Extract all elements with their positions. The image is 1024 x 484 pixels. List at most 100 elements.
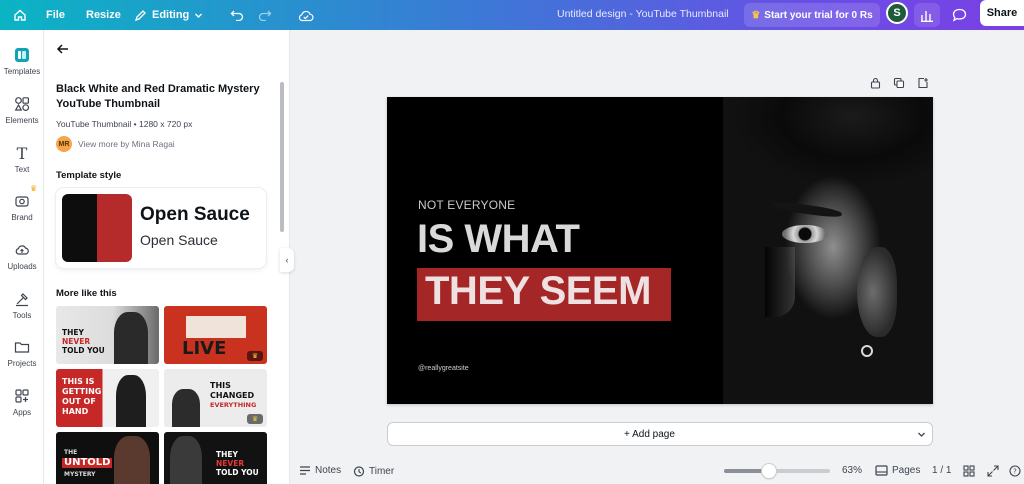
save-status-button[interactable] [296, 3, 316, 27]
portrait-eye [782, 225, 828, 243]
duplicate-page-button[interactable] [892, 76, 906, 90]
portrait-ear [857, 247, 897, 337]
zoom-slider-handle[interactable] [761, 464, 776, 478]
share-button[interactable]: Share [980, 0, 1024, 26]
document-title[interactable]: Untitled design - YouTube Thumbnail [557, 8, 729, 20]
start-trial-button[interactable]: ♛ Start your trial for 0 Rs [744, 3, 880, 27]
portrait-hair-shadow [723, 97, 933, 192]
redo-icon [258, 10, 272, 21]
crown-icon: ♛ [751, 9, 761, 21]
text-icon: T [16, 143, 28, 163]
editing-label: Editing [152, 9, 190, 21]
thumb-text-line: MYSTERY [64, 471, 96, 478]
left-rail: Templates Elements T Text ♛ Brand Upload… [0, 30, 44, 484]
fullscreen-button[interactable] [987, 465, 999, 477]
user-avatar[interactable]: S [886, 2, 908, 24]
template-thumbnail[interactable]: THIS IS GETTING OUT OF HAND [56, 369, 159, 427]
add-page-icon-button[interactable] [916, 76, 930, 90]
author-avatar: MR [56, 136, 72, 152]
design-highlight-text[interactable]: THEY SEEM [425, 269, 651, 314]
page-count: 1 / 1 [932, 465, 951, 476]
collapse-panel-button[interactable]: ‹ [280, 248, 294, 272]
rail-label: Tools [12, 311, 32, 320]
help-button[interactable]: ? [1009, 465, 1021, 477]
thumb-text-line: CHANGED [210, 391, 255, 400]
thumb-text-line: NEVER [216, 459, 245, 468]
comment-icon [952, 8, 966, 22]
thumb-text-line: THEY [216, 450, 238, 459]
timer-button[interactable]: Timer [353, 465, 394, 477]
template-thumbnail[interactable]: THIS CHANGED EVERYTHING ♛ [164, 369, 267, 427]
timer-label: Timer [369, 465, 395, 477]
tools-icon [13, 290, 31, 308]
editing-mode-dropdown[interactable]: Editing [134, 3, 203, 27]
comments-button[interactable] [946, 3, 972, 27]
thumb-person [170, 436, 202, 484]
back-button[interactable] [56, 42, 72, 58]
thumb-text-line: TOLD YOU [62, 346, 105, 355]
pages-button[interactable]: Pages [875, 465, 920, 476]
projects-icon [13, 338, 31, 356]
top-bar: File Resize Editing Untitled design - Yo… [0, 0, 1024, 30]
template-title: Black White and Red Dramatic Mystery You… [56, 83, 260, 110]
thumb-face-strip [186, 316, 246, 338]
rail-item-elements[interactable]: Elements [0, 91, 44, 135]
template-thumbnail[interactable]: THEY NEVER TOLD YOU [56, 306, 159, 364]
template-details-panel: Black White and Red Dramatic Mystery You… [44, 30, 290, 484]
resize-button[interactable]: Resize [86, 3, 121, 27]
elements-icon [13, 95, 31, 113]
design-handle-text[interactable]: @reallygreatsite [418, 365, 469, 372]
rail-item-text[interactable]: T Text [0, 140, 44, 184]
design-canvas[interactable]: NOT EVERYONE IS WHAT THEY SEEM @reallygr… [387, 97, 933, 404]
thumb-text-line: THIS [210, 381, 231, 390]
zoom-slider[interactable] [724, 464, 830, 478]
portrait-nose [765, 247, 795, 317]
grid-view-button[interactable] [963, 465, 975, 477]
chevron-left-icon: ‹ [285, 255, 289, 265]
notes-icon [300, 466, 310, 475]
cloud-check-icon [298, 10, 314, 21]
design-subtitle-text[interactable]: NOT EVERYONE [418, 198, 515, 212]
heading-font-preview: Open Sauce [140, 204, 250, 225]
bottom-bar: Notes Timer 63% Pages 1 / 1 ? [290, 458, 1024, 484]
template-thumbnail[interactable]: THEY NEVER TOLD YOU [164, 432, 267, 484]
pages-icon [875, 465, 888, 476]
more-like-this-heading: More like this [56, 288, 117, 299]
rail-label: Brand [11, 213, 33, 222]
rail-item-projects[interactable]: Projects [0, 334, 44, 378]
thumb-text-line: NEVER [62, 337, 91, 346]
zoom-percent-button[interactable]: 63% [842, 465, 862, 476]
thumb-silhouette [172, 389, 200, 427]
rail-item-tools[interactable]: Tools [0, 286, 44, 330]
page-count-value: 1 / 1 [932, 465, 952, 476]
author-link[interactable]: MR View more by Mina Ragai [56, 136, 175, 152]
redo-button[interactable] [256, 3, 274, 27]
notes-button[interactable]: Notes [299, 465, 341, 476]
rail-item-templates[interactable]: Templates [0, 42, 44, 86]
design-headline-text[interactable]: IS WHAT [417, 217, 580, 262]
insights-button[interactable] [914, 3, 940, 27]
rail-item-brand[interactable]: ♛ Brand [0, 184, 44, 232]
template-thumbnail[interactable]: THE UNTOLD MYSTERY [56, 432, 159, 484]
swatch-red [97, 194, 132, 262]
panel-scrollbar[interactable] [280, 82, 284, 232]
add-page-button[interactable]: + Add page [387, 422, 912, 446]
timer-icon [353, 466, 365, 477]
lock-page-button[interactable] [868, 76, 882, 90]
template-thumbnail[interactable]: LIVE ♛ [164, 306, 267, 364]
undo-button[interactable] [228, 3, 246, 27]
notes-label: Notes [315, 465, 342, 476]
add-page-icon [918, 77, 928, 89]
template-style-heading: Template style [56, 170, 122, 181]
file-menu[interactable]: File [46, 3, 65, 27]
svg-text:?: ? [1013, 468, 1017, 476]
pencil-icon [134, 9, 146, 21]
home-button[interactable] [8, 3, 32, 27]
help-icon: ? [1009, 465, 1021, 477]
zoom-value: 63% [842, 465, 863, 476]
rail-item-uploads[interactable]: Uploads [0, 237, 44, 281]
rail-item-apps[interactable]: Apps [0, 383, 44, 427]
add-page-options-button[interactable] [911, 422, 933, 446]
pages-label: Pages [892, 465, 921, 476]
template-style-card[interactable]: Open Sauce Open Sauce [56, 188, 266, 268]
